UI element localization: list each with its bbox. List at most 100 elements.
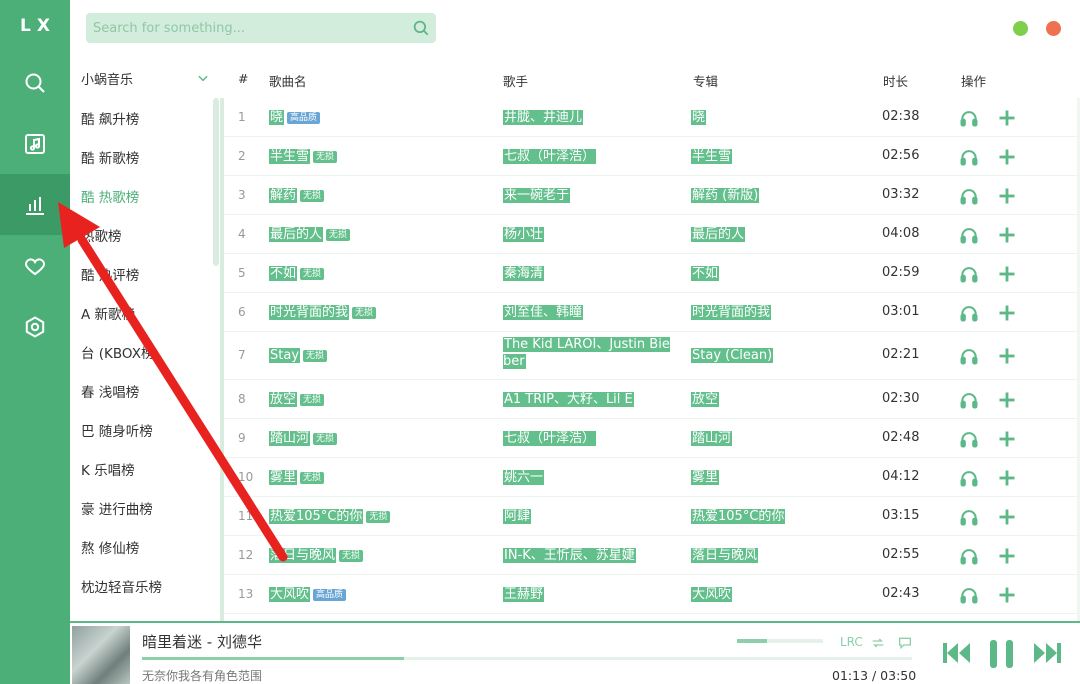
search-input[interactable]: [86, 13, 406, 43]
singer-name[interactable]: 七叔（叶泽浩）: [503, 149, 597, 164]
add-icon[interactable]: [997, 147, 1017, 167]
table-row[interactable]: 6 时光背面的我 无损 刘至佳、韩瞳 时光背面的我 03:01: [224, 293, 1080, 332]
table-row[interactable]: 3 解药 无损 来一碗老于 解药 (新版) 03:32: [224, 176, 1080, 215]
nav-song-list[interactable]: [0, 113, 70, 174]
singer-name[interactable]: 杨小壮: [503, 227, 545, 242]
table-row[interactable]: 10 雾里 无损 姚六一 雾里 04:12: [224, 458, 1080, 497]
singer-name[interactable]: 姚六一: [503, 470, 545, 485]
singer-name[interactable]: IN-K、王忻辰、苏星婕: [503, 548, 636, 563]
nav-search[interactable]: [0, 52, 70, 113]
headphones-icon[interactable]: [959, 225, 979, 245]
album-name[interactable]: 时光背面的我: [691, 305, 772, 320]
song-name[interactable]: 解药: [269, 188, 298, 203]
album-name[interactable]: 大风吹: [691, 587, 733, 602]
add-icon[interactable]: [997, 429, 1017, 449]
headphones-icon[interactable]: [959, 346, 979, 366]
album-name[interactable]: 放空: [691, 392, 720, 407]
singer-name[interactable]: 七叔（叶泽浩）: [503, 431, 597, 446]
song-name[interactable]: 时光背面的我: [269, 305, 350, 320]
table-row[interactable]: 9 踏山河 无损 七叔（叶泽浩） 踏山河 02:48: [224, 419, 1080, 458]
next-button[interactable]: [1032, 641, 1062, 665]
album-name[interactable]: 热爱105°C的你: [691, 509, 786, 524]
nav-settings[interactable]: [0, 296, 70, 357]
add-icon[interactable]: [997, 225, 1017, 245]
leaderboard-item[interactable]: 熬 修仙榜: [70, 527, 220, 566]
search-icon[interactable]: [406, 19, 436, 37]
leaderboard-item[interactable]: 酷 新歌榜: [70, 137, 220, 176]
nav-leaderboard[interactable]: [0, 174, 70, 235]
singer-name[interactable]: The Kid LAROI、Justin Bieber: [503, 337, 670, 369]
song-name[interactable]: 踏山河: [269, 431, 311, 446]
singer-name[interactable]: 来一碗老于: [503, 188, 571, 203]
song-name[interactable]: 大风吹: [269, 587, 311, 602]
song-name[interactable]: 不如: [269, 266, 298, 281]
album-name[interactable]: 解药 (新版): [691, 188, 760, 203]
headphones-icon[interactable]: [959, 546, 979, 566]
scrollbar[interactable]: [213, 98, 219, 266]
album-name[interactable]: Stay (Clean): [691, 348, 774, 363]
headphones-icon[interactable]: [959, 429, 979, 449]
leaderboard-item[interactable]: 春 浅唱榜: [70, 371, 220, 410]
album-name[interactable]: 最后的人: [691, 227, 746, 242]
leaderboard-item[interactable]: 热歌榜: [70, 215, 220, 254]
add-icon[interactable]: [997, 303, 1017, 323]
table-row[interactable]: 7 Stay 无损 The Kid LAROI、Justin Bieber Stay (…: [224, 332, 1080, 380]
leaderboard-item[interactable]: 酷 热评榜: [70, 254, 220, 293]
add-icon[interactable]: [997, 585, 1017, 605]
close-button[interactable]: [1046, 21, 1061, 36]
leaderboard-item[interactable]: 酷 飙升榜: [70, 98, 220, 137]
song-name[interactable]: 雾里: [269, 470, 298, 485]
song-name[interactable]: 半生雪: [269, 149, 311, 164]
table-row[interactable]: 13 大风吹 高品质 王赫野 大风吹 02:43: [224, 575, 1080, 614]
leaderboard-item[interactable]: K 乐唱榜: [70, 449, 220, 488]
singer-name[interactable]: A1 TRIP、大籽、Lil E: [503, 392, 634, 407]
add-icon[interactable]: [997, 186, 1017, 206]
headphones-icon[interactable]: [959, 186, 979, 206]
volume-slider[interactable]: [737, 639, 823, 643]
song-name[interactable]: 放空: [269, 392, 298, 407]
singer-name[interactable]: 井胧、井迪儿: [503, 110, 584, 125]
source-select[interactable]: 小蜗音乐: [70, 58, 220, 98]
song-name[interactable]: 晓: [269, 110, 285, 125]
headphones-icon[interactable]: [959, 147, 979, 167]
leaderboard-item[interactable]: 豪 进行曲榜: [70, 488, 220, 527]
album-cover[interactable]: [72, 626, 130, 684]
song-name[interactable]: Stay: [269, 348, 301, 363]
headphones-icon[interactable]: [959, 264, 979, 284]
leaderboard-item[interactable]: 枕边轻音乐榜: [70, 566, 220, 605]
singer-name[interactable]: 刘至佳、韩瞳: [503, 305, 584, 320]
table-row[interactable]: 8 放空 无损 A1 TRIP、大籽、Lil E 放空 02:30: [224, 380, 1080, 419]
headphones-icon[interactable]: [959, 108, 979, 128]
table-row[interactable]: 2 半生雪 无损 七叔（叶泽浩） 半生雪 02:56: [224, 137, 1080, 176]
song-name[interactable]: 落日与晚风: [269, 548, 337, 563]
add-icon[interactable]: [997, 390, 1017, 410]
leaderboard-item[interactable]: 巴 随身听榜: [70, 410, 220, 449]
pause-button[interactable]: [988, 639, 1016, 669]
add-icon[interactable]: [997, 507, 1017, 527]
album-name[interactable]: 晓: [691, 110, 707, 125]
album-name[interactable]: 不如: [691, 266, 720, 281]
singer-name[interactable]: 秦海清: [503, 266, 545, 281]
headphones-icon[interactable]: [959, 390, 979, 410]
progress-bar[interactable]: [142, 657, 912, 660]
add-icon[interactable]: [997, 468, 1017, 488]
previous-button[interactable]: [942, 641, 972, 665]
search-box[interactable]: [86, 13, 436, 43]
album-name[interactable]: 落日与晚风: [691, 548, 759, 563]
add-icon[interactable]: [997, 346, 1017, 366]
leaderboard-item[interactable]: 台 (KBOX榜: [70, 332, 220, 371]
leaderboard-item[interactable]: 酷 热歌榜: [70, 176, 220, 215]
add-icon[interactable]: [997, 108, 1017, 128]
song-name[interactable]: 最后的人: [269, 227, 324, 242]
song-name[interactable]: 热爱105°C的你: [269, 509, 364, 524]
singer-name[interactable]: 阿肆: [503, 509, 532, 524]
album-name[interactable]: 踏山河: [691, 431, 733, 446]
table-row[interactable]: 11 热爱105°C的你 无损 阿肆 热爱105°C的你 03:15: [224, 497, 1080, 536]
add-icon[interactable]: [997, 546, 1017, 566]
table-row[interactable]: 12 落日与晚风 无损 IN-K、王忻辰、苏星婕 落日与晚风 02:55: [224, 536, 1080, 575]
headphones-icon[interactable]: [959, 468, 979, 488]
add-icon[interactable]: [997, 264, 1017, 284]
table-row[interactable]: 5 不如 无损 秦海清 不如 02:59: [224, 254, 1080, 293]
leaderboard-item[interactable]: A 新歌榜: [70, 293, 220, 332]
table-row[interactable]: 4 最后的人 无损 杨小壮 最后的人 04:08: [224, 215, 1080, 254]
